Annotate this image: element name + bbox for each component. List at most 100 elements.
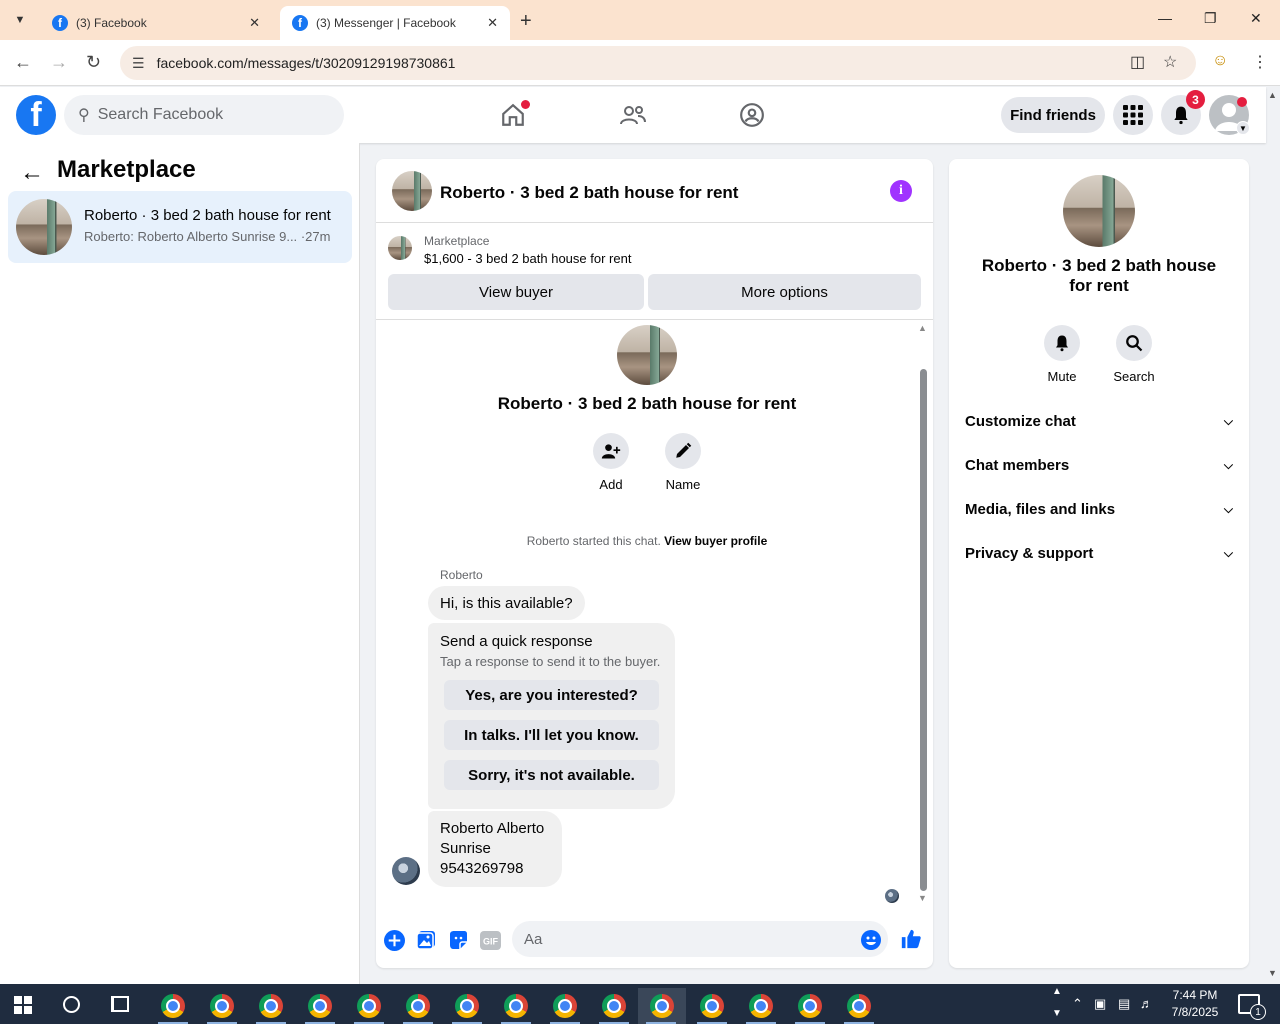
browser-menu-icon[interactable]: ⋮ [1252,52,1268,72]
install-app-icon[interactable]: ◫ [1130,52,1145,72]
photo-gallery-icon[interactable] [415,929,437,951]
chat-header: Roberto · 3 bed 2 bath house for rent i [376,159,933,223]
task-view-icon[interactable] [111,996,129,1012]
customize-chat-section[interactable]: Customize chat ⌵ [965,401,1233,441]
facebook-search[interactable]: ⚲ [64,95,344,135]
mute-action[interactable]: Mute [1032,325,1092,384]
page-scroll-down-icon[interactable]: ▼ [1268,968,1277,978]
menu-grid-icon[interactable] [1113,95,1153,135]
search-label: Search [1113,369,1155,384]
taskbar-chrome-icon[interactable] [591,988,637,1024]
conversation-list-item[interactable]: Roberto · 3 bed 2 bath house for rent Ro… [8,191,352,263]
taskbar-chrome-icon[interactable] [248,988,294,1024]
tab-messenger[interactable]: f (3) Messenger | Facebook ✕ [280,6,510,40]
conversation-avatar [16,199,72,255]
started-text: Roberto started this chat. [526,534,661,548]
taskbar-chrome-icon[interactable] [689,988,735,1024]
volume-icon[interactable]: ♬ [1140,996,1153,1011]
more-options-button[interactable]: More options [648,274,921,310]
gif-icon[interactable]: GIF [479,929,501,951]
taskbar-chrome-icon[interactable] [297,988,343,1024]
taskbar-clock[interactable]: 7:44 PM 7/8/2025 [1160,987,1230,1021]
taskbar-chrome-icon[interactable] [199,988,245,1024]
view-buyer-profile-link[interactable]: View buyer profile [664,534,767,548]
site-settings-icon[interactable]: ☰ [132,55,145,72]
url-field[interactable]: ☰ facebook.com/messages/t/30209129198730… [120,46,1196,80]
reload-icon[interactable]: ↻ [86,52,101,73]
taskbar-chrome-icon[interactable] [395,988,441,1024]
taskbar-chrome-icon[interactable] [346,988,392,1024]
thread-scroll-up-icon[interactable]: ▲ [918,323,927,333]
tab-close-icon[interactable]: ✕ [249,15,260,31]
account-chevron-down-icon[interactable]: ▼ [1236,121,1250,135]
sender-avatar[interactable] [392,857,420,885]
privacy-support-section[interactable]: Privacy & support ⌵ [965,533,1233,573]
taskbar-chrome-icon[interactable] [738,988,784,1024]
emoji-icon[interactable] [860,929,882,951]
taskbar-chrome-icon-active[interactable] [638,988,686,1024]
tab-facebook[interactable]: f (3) Facebook ✕ [40,6,272,40]
minimize-icon[interactable]: — [1158,10,1172,26]
thumbs-up-icon[interactable] [899,927,923,951]
taskbar-search-icon[interactable] [63,996,80,1013]
tab-search-icon[interactable]: ▼ [8,8,32,32]
taskbar-chrome-icon[interactable] [150,988,196,1024]
taskbar-chrome-icon[interactable] [836,988,882,1024]
quick-response-yes-button[interactable]: Yes, are you interested? [444,680,659,710]
network-icon[interactable]: ▤ [1118,996,1130,1012]
groups-icon[interactable] [736,99,768,131]
add-people-action[interactable]: Add [581,433,641,492]
find-friends-button[interactable]: Find friends [1001,97,1105,133]
message-bubble[interactable]: Hi, is this available? [428,586,585,620]
search-conversation-action[interactable]: Search [1104,325,1164,384]
chat-header-avatar[interactable] [392,171,432,211]
new-tab-icon[interactable]: + [520,10,532,33]
quick-response-not-available-button[interactable]: Sorry, it's not available. [444,760,659,790]
quick-response-in-talks-button[interactable]: In talks. I'll let you know. [444,720,659,750]
profile-icon[interactable]: ☺ [1212,52,1228,70]
message-input[interactable] [512,921,888,957]
back-arrow-icon[interactable]: ← [20,159,44,187]
page-scroll-up-icon[interactable]: ▲ [1268,90,1277,100]
scroll-down-icon[interactable]: ▼ [1052,1008,1062,1019]
scroll-up-icon[interactable]: ▲ [1052,986,1062,997]
message-bubble[interactable]: Roberto Alberto Sunrise 9543269798 [428,811,562,887]
chat-title[interactable]: Roberto · 3 bed 2 bath house for rent [440,183,738,203]
mute-label: Mute [1047,369,1077,384]
listing-title[interactable]: $1,600 - 3 bed 2 bath house for rent [424,251,631,266]
thread-scrollbar[interactable] [920,369,927,891]
restore-icon[interactable]: ❐ [1204,10,1217,27]
quick-response-card: Send a quick response Tap a response to … [428,623,675,809]
info-panel-avatar[interactable] [1063,175,1135,247]
search-input[interactable] [97,106,318,124]
thread-scroll-down-icon[interactable]: ▼ [918,893,927,903]
name-chat-action[interactable]: Name [653,433,713,492]
message-thread[interactable]: ▲ ▼ Roberto · 3 bed 2 bath house for ren… [376,321,933,911]
friends-icon[interactable] [617,99,649,131]
view-buyer-button[interactable]: View buyer [388,274,644,310]
facebook-logo[interactable]: f [16,95,56,135]
quick-response-title: Send a quick response [440,633,593,650]
chevron-down-icon: ⌵ [1223,501,1233,516]
info-icon[interactable]: i [890,180,912,202]
close-icon[interactable]: ✕ [1250,10,1262,27]
chevron-down-icon: ⌵ [1223,413,1233,428]
chat-members-section[interactable]: Chat members ⌵ [965,445,1233,485]
bookmark-star-icon[interactable]: ☆ [1163,52,1177,72]
windows-start-icon[interactable] [14,996,32,1014]
media-files-links-section[interactable]: Media, files and links ⌵ [965,489,1233,529]
conversation-preview-text: Roberto: Roberto Alberto Sunrise 9... [84,229,298,244]
back-icon[interactable]: ← [14,52,32,73]
taskbar-chrome-icon[interactable] [493,988,539,1024]
taskbar-chrome-icon[interactable] [542,988,588,1024]
taskbar-chrome-icon[interactable] [787,988,833,1024]
tab-close-icon[interactable]: ✕ [487,15,498,31]
sticker-icon[interactable] [447,929,469,951]
meet-now-icon[interactable]: ▣ [1094,996,1106,1012]
show-hidden-icons-icon[interactable]: ⌃ [1072,996,1083,1012]
url-text: facebook.com/messages/t/3020912919873086… [156,55,456,71]
plus-circle-icon[interactable] [383,929,405,951]
forward-icon[interactable]: → [50,52,68,73]
read-receipt-avatar [885,889,899,903]
taskbar-chrome-icon[interactable] [444,988,490,1024]
